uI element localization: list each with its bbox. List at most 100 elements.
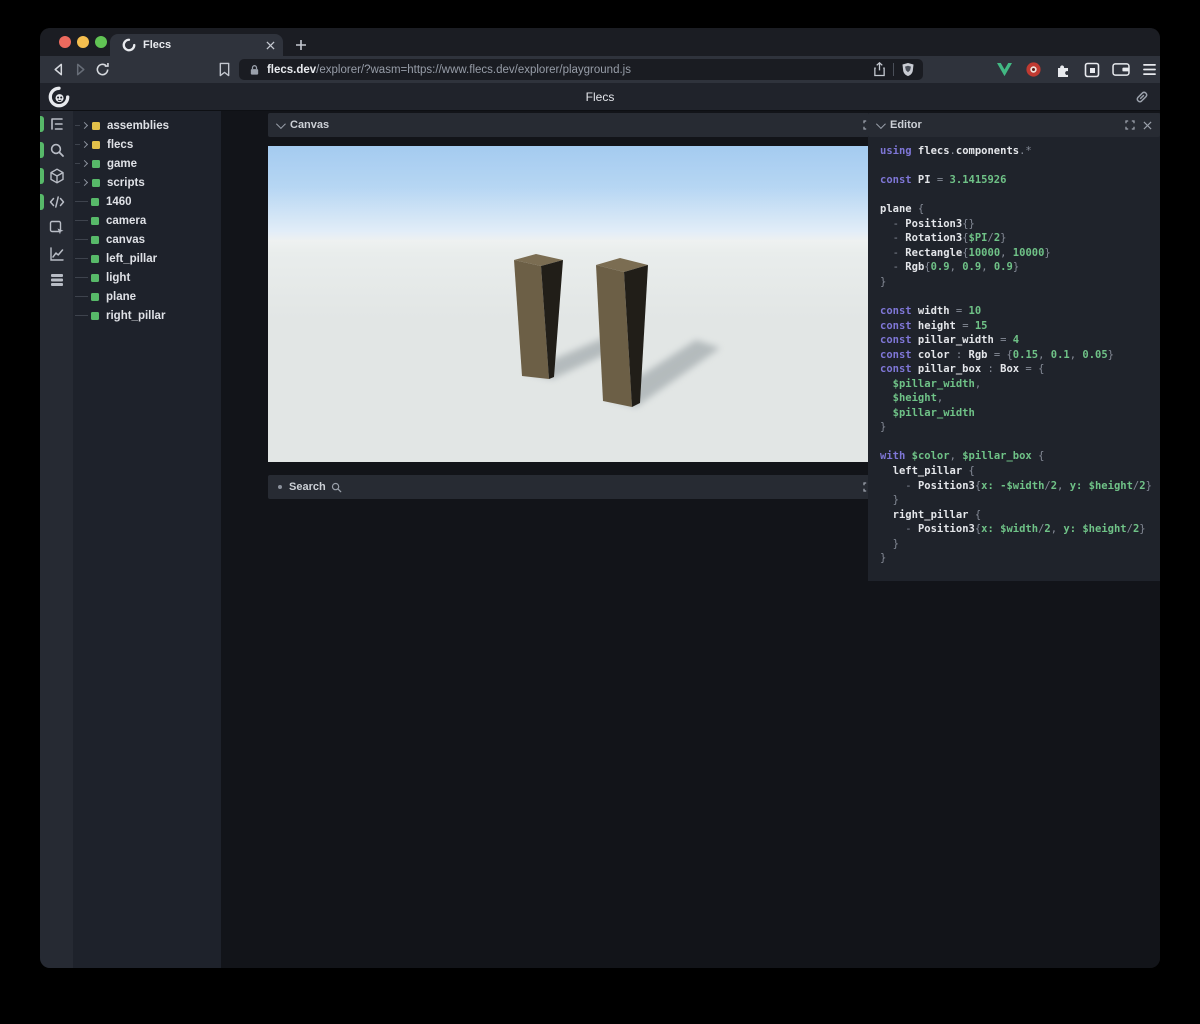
tab-strip: Flecs bbox=[40, 28, 1160, 56]
tree-item-light[interactable]: light bbox=[73, 268, 221, 287]
vue-devtools-extension-icon[interactable] bbox=[995, 60, 1015, 80]
tree-item-assemblies[interactable]: assemblies bbox=[73, 116, 221, 135]
canvas-panel-header[interactable]: Canvas bbox=[268, 113, 898, 137]
tree-item-label: right_pillar bbox=[106, 309, 166, 322]
sidebar-icon-search[interactable] bbox=[40, 137, 73, 163]
code-line: const width = 10 bbox=[880, 305, 982, 318]
canvas-panel-title: Canvas bbox=[290, 119, 330, 131]
tree-guide-line bbox=[75, 163, 80, 164]
code-line: } bbox=[880, 494, 899, 507]
collapse-chevron-icon[interactable] bbox=[875, 118, 886, 129]
tree-item-left_pillar[interactable]: left_pillar bbox=[73, 249, 221, 268]
tree-item-label: 1460 bbox=[106, 195, 132, 208]
entity-tree-panel: assemblies flecs game scripts 1460 camera canv… bbox=[73, 111, 221, 968]
tree-guide-line bbox=[75, 220, 88, 221]
close-panel-icon[interactable] bbox=[1143, 120, 1152, 130]
editor-panel-title: Editor bbox=[890, 119, 922, 131]
browser-window: Flecs flecs.dev/explorer/?wasm=https://w… bbox=[40, 28, 1160, 968]
sidebar-icon-entities[interactable] bbox=[40, 163, 73, 189]
app-header: Flecs bbox=[40, 83, 1160, 111]
active-indicator bbox=[40, 142, 44, 158]
sidebar-icon-tree[interactable] bbox=[40, 111, 73, 137]
sidebar-icon-code[interactable] bbox=[40, 189, 73, 215]
url-bar[interactable]: flecs.dev/explorer/?wasm=https://www.fle… bbox=[238, 59, 923, 80]
wallet-icon[interactable] bbox=[1111, 60, 1131, 80]
expand-chevron-icon[interactable] bbox=[80, 121, 89, 130]
expand-chevron-icon[interactable] bbox=[80, 178, 89, 187]
code-content[interactable]: using flecs.components.* const PI = 3.14… bbox=[868, 137, 1160, 581]
tree-item-label: scripts bbox=[107, 176, 145, 189]
tree-item-scripts[interactable]: scripts bbox=[73, 173, 221, 192]
search-panel-header[interactable]: Search bbox=[268, 475, 898, 499]
minimize-window-button[interactable] bbox=[77, 36, 89, 48]
tree-guide-line bbox=[75, 277, 88, 278]
sidebar-icon-logs[interactable] bbox=[40, 267, 73, 293]
tree-item-flecs[interactable]: flecs bbox=[73, 135, 221, 154]
tree-guide-line bbox=[75, 125, 80, 126]
search-icon bbox=[331, 482, 342, 493]
tree-item-label: left_pillar bbox=[106, 252, 158, 265]
forward-button[interactable] bbox=[70, 59, 92, 81]
code-line: } bbox=[880, 537, 899, 550]
tree-item-label: light bbox=[106, 271, 131, 284]
expand-chevron-icon[interactable] bbox=[80, 140, 89, 149]
tree-guide-line bbox=[75, 201, 88, 202]
tab-favicon-flecs-icon bbox=[122, 38, 136, 52]
sidebar-toggle-icon[interactable] bbox=[1082, 60, 1102, 80]
brave-shield-icon[interactable] bbox=[901, 62, 915, 77]
entity-kind-dot-icon bbox=[91, 273, 99, 282]
tab-close-icon[interactable] bbox=[266, 40, 275, 50]
menu-hamburger-icon[interactable] bbox=[1140, 60, 1160, 80]
tree-item-canvas[interactable]: canvas bbox=[73, 230, 221, 249]
back-button[interactable] bbox=[48, 59, 70, 81]
collapsed-dot-icon[interactable] bbox=[278, 485, 282, 489]
expand-panel-icon[interactable] bbox=[1125, 120, 1135, 130]
sidebar-icon-inspector[interactable] bbox=[40, 215, 73, 241]
browser-toolbar: flecs.dev/explorer/?wasm=https://www.fle… bbox=[40, 56, 1160, 83]
flecs-explorer-app: Flecs assemblies flecs game scripts 1460… bbox=[40, 83, 1160, 968]
tree-item-camera[interactable]: camera bbox=[73, 211, 221, 230]
entity-kind-dot-icon bbox=[92, 159, 100, 168]
close-window-button[interactable] bbox=[59, 36, 71, 48]
url-domain: flecs.dev bbox=[266, 63, 317, 76]
tree-guide-line bbox=[75, 258, 88, 259]
tree-item-label: flecs bbox=[107, 138, 134, 151]
code-line: } bbox=[880, 421, 887, 434]
tree-item-game[interactable]: game bbox=[73, 154, 221, 173]
collapse-chevron-icon[interactable] bbox=[275, 118, 286, 129]
new-tab-button[interactable] bbox=[292, 36, 310, 54]
code-line: plane { bbox=[880, 203, 925, 216]
tree-item-plane[interactable]: plane bbox=[73, 287, 221, 306]
traffic-lights bbox=[59, 36, 107, 48]
tree-guide-line bbox=[75, 182, 80, 183]
entity-kind-dot-icon bbox=[91, 235, 99, 244]
code-line: with $color, $pillar_box { bbox=[880, 450, 1045, 463]
bookmark-icon[interactable] bbox=[213, 59, 235, 81]
code-line: right_pillar { bbox=[880, 508, 982, 521]
reload-button[interactable] bbox=[91, 59, 113, 81]
entity-kind-dot-icon bbox=[92, 121, 100, 130]
share-icon[interactable] bbox=[873, 62, 886, 77]
browser-tab[interactable]: Flecs bbox=[110, 34, 283, 56]
code-line: } bbox=[880, 552, 887, 565]
editor-panel-header[interactable]: Editor bbox=[868, 113, 1160, 137]
expand-chevron-icon[interactable] bbox=[80, 159, 89, 168]
search-panel-title: Search bbox=[289, 481, 326, 493]
red-badge-extension-icon[interactable] bbox=[1024, 60, 1044, 80]
3d-canvas-viewport[interactable] bbox=[268, 146, 898, 462]
entity-kind-dot-icon bbox=[91, 292, 99, 301]
tree-item-right_pillar[interactable]: right_pillar bbox=[73, 306, 221, 325]
code-line: $height, bbox=[880, 392, 944, 405]
entity-kind-dot-icon bbox=[92, 140, 100, 149]
sidebar-icon-stats[interactable] bbox=[40, 241, 73, 267]
entity-kind-dot-icon bbox=[92, 178, 100, 187]
share-link-icon[interactable] bbox=[1134, 89, 1150, 105]
code-line: const PI = 3.1415926 bbox=[880, 174, 1007, 187]
code-line: } bbox=[880, 275, 887, 288]
tree-item-1460[interactable]: 1460 bbox=[73, 192, 221, 211]
zoom-window-button[interactable] bbox=[95, 36, 107, 48]
extensions-puzzle-icon[interactable] bbox=[1053, 60, 1073, 80]
editor-panel: using flecs.components.* const PI = 3.14… bbox=[868, 113, 1160, 581]
